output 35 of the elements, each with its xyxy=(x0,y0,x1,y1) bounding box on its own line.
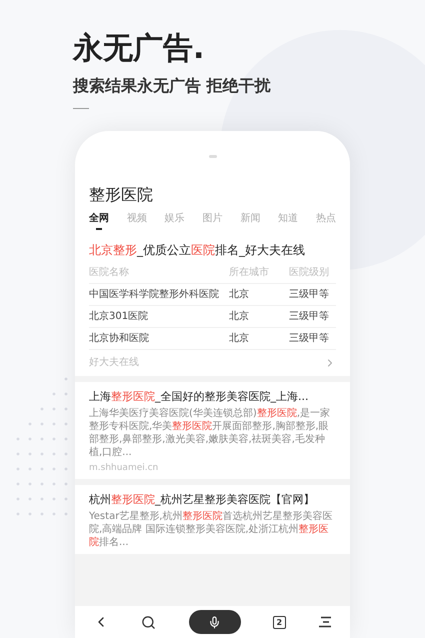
column-header: 所在城市 xyxy=(229,262,289,284)
result-url[interactable]: m.shhuamei.cn xyxy=(89,462,336,474)
subheadline: 搜索结果永无广告 拒绝干扰 xyxy=(73,76,272,96)
result-snippet: 上海华美医疗美容医院(华美连锁总部)整形医院,是一家整形专科医院,华美整形医院开展面部整形,胸部整形,眼部整形,鼻部整形,激光美容,嫩肤美容,祛斑美容,毛发种植,口腔... xyxy=(89,407,331,459)
table-cell: 北京 xyxy=(229,306,289,328)
table-cell: 北京协和医院 xyxy=(89,328,229,350)
tab-count[interactable]: 2 xyxy=(272,616,286,628)
table-cell: 北京 xyxy=(229,284,289,306)
table-cell: 北京 xyxy=(229,328,289,350)
tab[interactable]: 娱乐 xyxy=(164,212,185,230)
voice-button[interactable] xyxy=(188,610,240,634)
result-snippet: Yestar艺星整形,杭州整形医院首选杭州艺星整形美容医院,高端品牌 国际连锁整形美容医院,处浙江杭州整形医院排名... xyxy=(89,510,334,549)
speaker-slot xyxy=(208,155,216,158)
microphone-icon xyxy=(208,616,221,628)
tab[interactable]: 知道 xyxy=(278,212,298,230)
search-query: 整形医院 xyxy=(89,184,154,206)
result-title[interactable]: 上海整形医院_全国好的整形美容医院_上海... xyxy=(89,389,336,404)
column-header: 医院名称 xyxy=(89,262,229,284)
headline: 永无广告. xyxy=(73,30,206,68)
tab[interactable]: 图片 xyxy=(202,212,222,230)
menu-icon[interactable] xyxy=(318,616,332,628)
result-title[interactable]: 杭州整形医院_杭州艺星整形美容医院【官网】 xyxy=(89,492,336,507)
table-cell: 中国医学科学院整形外科医院 xyxy=(89,284,229,306)
source-link[interactable]: 好大夫在线 xyxy=(89,355,139,370)
search-icon[interactable] xyxy=(141,614,156,630)
tab[interactable]: 新闻 xyxy=(240,212,260,230)
tab[interactable]: 热点 xyxy=(316,212,336,230)
table-cell: 三级甲等 xyxy=(289,284,336,306)
result-title[interactable]: 北京整形_优质公立医院排名_好大夫在线 xyxy=(89,242,336,258)
tab[interactable]: 视频 xyxy=(126,212,147,230)
column-header: 医院级别 xyxy=(289,262,336,284)
table-cell: 北京301医院 xyxy=(89,306,229,328)
tab[interactable]: 全网 xyxy=(89,212,109,230)
table-cell: 三级甲等 xyxy=(289,328,336,350)
table-cell: 三级甲等 xyxy=(289,306,336,328)
